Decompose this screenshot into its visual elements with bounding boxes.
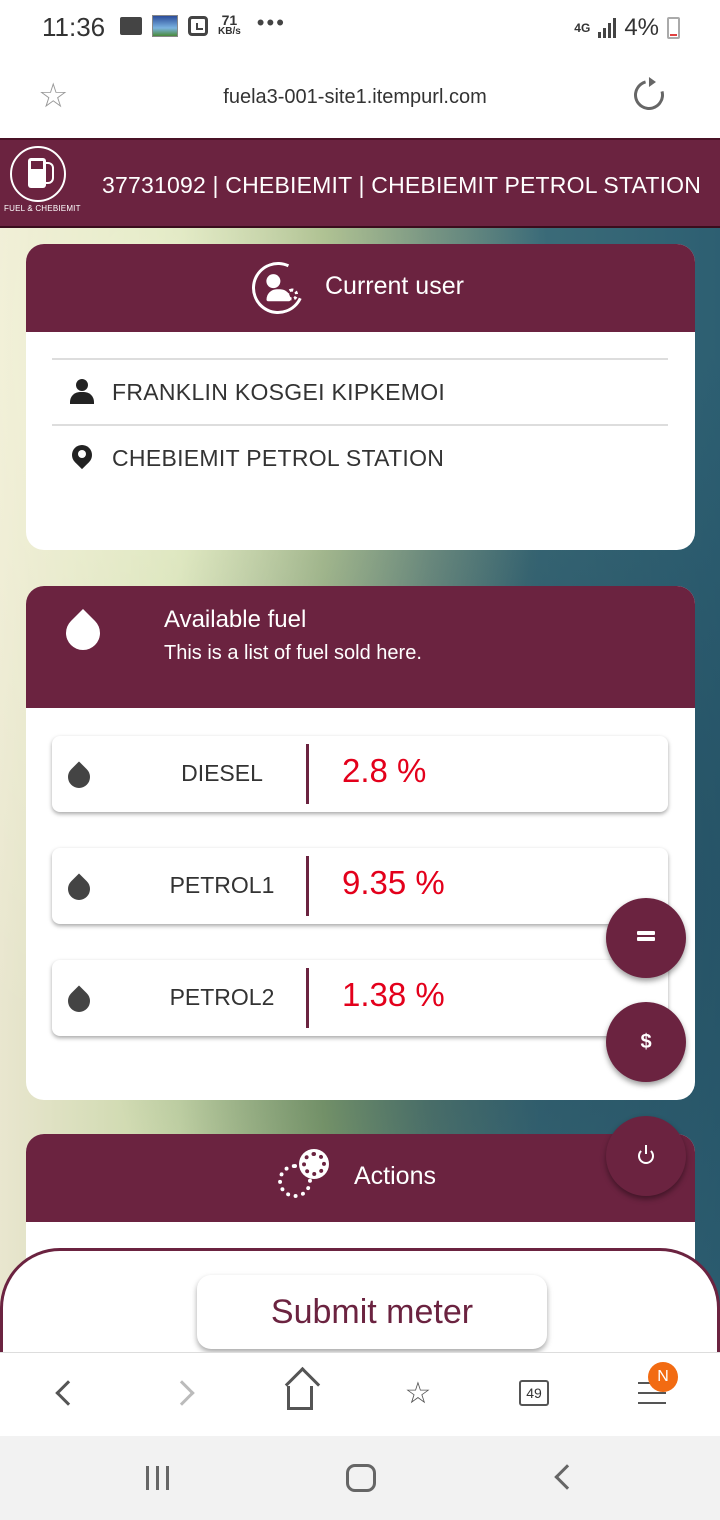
notification-badge: N (648, 1362, 678, 1392)
fuel-percent: 9.35 % (342, 864, 445, 901)
fuel-name: PETROL1 (169, 872, 275, 898)
current-user-card: Current user FRANKLIN KOSGEI KIPKEMOI CH… (26, 244, 695, 550)
tabs-count: 49 (519, 1380, 549, 1406)
browser-toolbar: ☆ 49 (0, 1352, 720, 1436)
chevron-left-icon (55, 1380, 81, 1406)
station-header-title: 37731092 | CHEBIEMIT | CHEBIEMIT PETROL … (102, 172, 702, 198)
recents-button[interactable] (146, 1466, 169, 1490)
submit-meter-button[interactable]: Submit meter (197, 1275, 547, 1349)
divider (306, 968, 309, 1028)
fuel-drop-icon (68, 870, 90, 902)
divider (306, 856, 309, 916)
url-field[interactable]: fuela3-001-site1.itempurl.com (0, 86, 710, 109)
site-header: FUEL & CHEBIEMIT 37731092 | CHEBIEMIT | … (0, 138, 720, 228)
system-home-button[interactable] (346, 1464, 376, 1492)
available-fuel-header: Available fuel This is a list of fuel so… (26, 586, 695, 708)
actions-header: Actions (26, 1134, 695, 1222)
speed-unit: KB/s (218, 26, 241, 37)
user-name: FRANKLIN KOSGEI KIPKEMOI (112, 378, 446, 405)
back-button[interactable] (48, 1373, 88, 1413)
battery-percent: 4% (624, 14, 659, 41)
home-icon (287, 1386, 313, 1410)
network-speed: 71 KB/s (218, 13, 241, 38)
list-icon (637, 931, 655, 945)
fuel-drop-icon (66, 604, 100, 652)
actions-title: Actions (354, 1162, 436, 1190)
submit-panel: Submit meter (0, 1248, 720, 1352)
fuel-pump-logo (10, 146, 66, 202)
user-station-row: CHEBIEMIT PETROL STATION (52, 424, 668, 490)
status-time: 11:36 (42, 12, 106, 42)
fuel-name: DIESEL (181, 760, 263, 786)
image-notification-icon (152, 15, 178, 37)
user-settings-icon (244, 254, 312, 322)
url-bar: ☆ fuela3-001-site1.itempurl.com (0, 56, 720, 138)
folder-icon (120, 17, 142, 35)
dollar-icon: $ (640, 1030, 652, 1053)
bookmarks-star-icon: ☆ (404, 1376, 432, 1410)
tabs-button[interactable]: 49 (514, 1373, 554, 1413)
power-icon (638, 1145, 654, 1164)
status-bar: 11:36 71 KB/s ••• 4G 4% (0, 0, 720, 56)
available-fuel-title: Available fuel (164, 606, 307, 633)
status-icons-right: 4G 4% (574, 14, 680, 42)
menu-fab-button[interactable] (606, 898, 686, 978)
logout-fab-button[interactable] (606, 1116, 686, 1196)
divider (306, 744, 309, 804)
user-station: CHEBIEMIT PETROL STATION (112, 444, 445, 471)
available-fuel-card: Available fuel This is a list of fuel so… (26, 586, 695, 1100)
payment-fab-button[interactable]: $ (606, 1002, 686, 1082)
forward-button[interactable] (162, 1373, 202, 1413)
fuel-name: PETROL2 (169, 984, 275, 1010)
network-type: 4G (574, 20, 591, 35)
current-user-header: Current user (26, 244, 695, 332)
location-pin-icon (72, 445, 92, 471)
fuel-item-petrol2[interactable]: PETROL2 1.38 % (52, 960, 668, 1036)
signal-icon (598, 18, 617, 38)
status-icons-left: 71 KB/s ••• (120, 10, 286, 38)
available-fuel-subtitle: This is a list of fuel sold here. (164, 642, 422, 664)
fuel-item-diesel[interactable]: DIESEL 2.8 % (52, 736, 668, 812)
battery-icon (667, 17, 680, 39)
fuel-drop-icon (68, 758, 90, 790)
logo-caption: FUEL & CHEBIEMIT (4, 204, 81, 213)
home-button[interactable] (280, 1373, 320, 1413)
reload-icon[interactable] (628, 74, 670, 116)
user-name-row: FRANKLIN KOSGEI KIPKEMOI (52, 358, 668, 424)
fuel-percent: 1.38 % (342, 976, 445, 1013)
bookmarks-button[interactable]: ☆ (398, 1373, 438, 1413)
person-icon (69, 379, 95, 405)
fuel-drop-icon (68, 982, 90, 1014)
fuel-percent: 2.8 % (342, 752, 427, 789)
current-user-title: Current user (325, 272, 464, 300)
user-details: FRANKLIN KOSGEI KIPKEMOI CHEBIEMIT PETRO… (52, 358, 668, 490)
system-nav-bar (0, 1436, 720, 1520)
chevron-right-icon (169, 1380, 195, 1406)
clock-icon (188, 16, 208, 36)
more-notifications-icon: ••• (256, 10, 286, 35)
fuel-item-petrol1[interactable]: PETROL1 9.35 % (52, 848, 668, 924)
system-back-button[interactable] (554, 1464, 580, 1490)
gears-icon (278, 1152, 332, 1202)
